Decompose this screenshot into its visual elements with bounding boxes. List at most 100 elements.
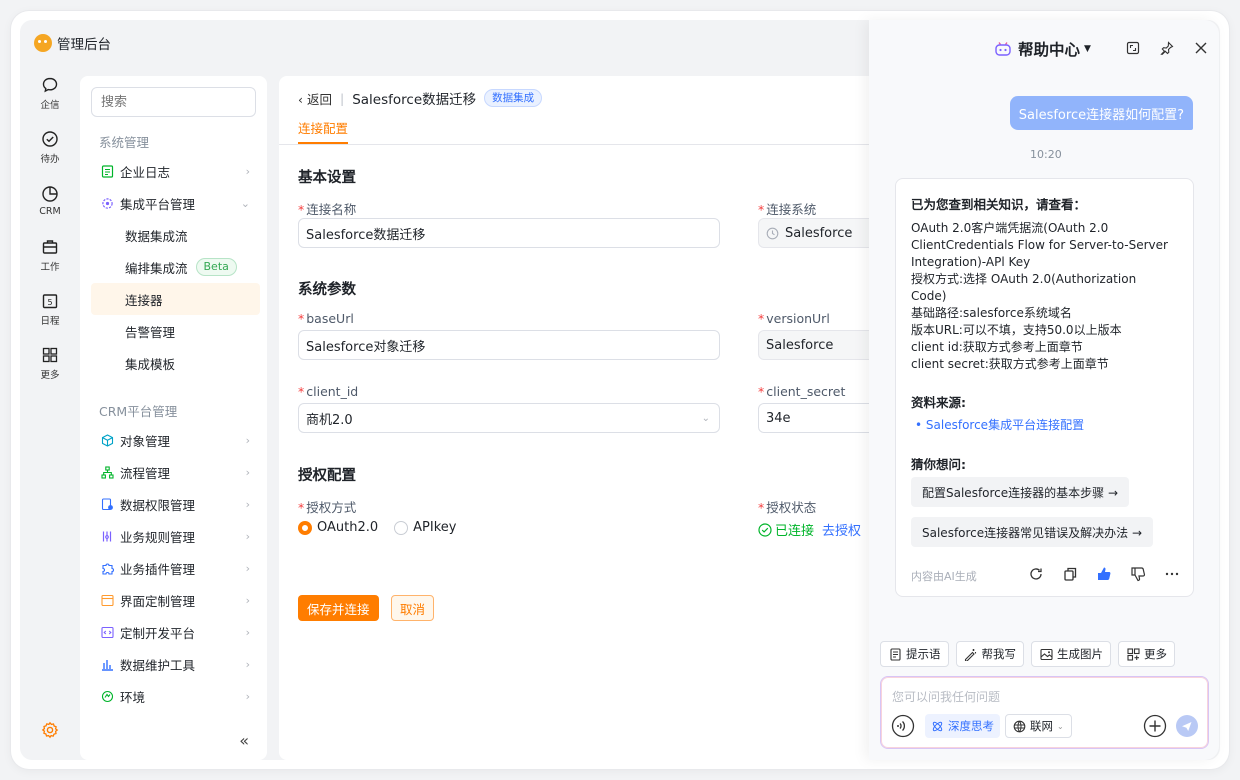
tool-more[interactable]: 更多: [1118, 641, 1175, 667]
calendar-icon: 5: [41, 292, 59, 310]
icon-rail: 企信 待办 CRM 工作 5 日程 更多: [20, 66, 80, 760]
pin-icon[interactable]: [1159, 40, 1175, 56]
prompt-doc-icon: [888, 647, 902, 661]
thumbs-up-icon[interactable]: [1095, 565, 1113, 583]
sidebar-item-environment[interactable]: 环境 ›: [91, 680, 260, 712]
sidebar-item-business-rules[interactable]: 业务规则管理 ›: [91, 520, 260, 552]
copy-icon[interactable]: [1061, 565, 1079, 583]
nav-group-system: 系统管理: [99, 135, 150, 150]
breadcrumb-separator: |: [340, 90, 345, 106]
sidebar-item-data-tools[interactable]: 数据维护工具 ›: [91, 648, 260, 680]
authorize-link[interactable]: 去授权: [822, 520, 861, 539]
thumbs-down-icon[interactable]: [1129, 565, 1147, 583]
settings-button[interactable]: [20, 714, 80, 750]
sidebar: 系统管理 企业日志 › 集成平台管理 ⌄ 数据集成流 编排集成流 Beta 连接…: [80, 76, 267, 760]
breadcrumb: ‹ 返回 | Salesforce数据迁移 数据集成: [298, 88, 543, 108]
sidebar-item-custom-dev[interactable]: 定制开发平台 ›: [91, 616, 260, 648]
baseurl-input[interactable]: Salesforce对象迁移: [298, 330, 720, 360]
apps-icon: [1126, 647, 1140, 661]
tab-connection-config[interactable]: 连接配置: [298, 118, 349, 144]
puzzle-icon: [100, 561, 114, 575]
radio-apikey[interactable]: [394, 520, 409, 535]
add-attachment-icon[interactable]: [1143, 714, 1167, 738]
tool-image[interactable]: 生成图片: [1031, 641, 1111, 667]
sidebar-item-enterprise-log[interactable]: 企业日志 ›: [91, 155, 260, 187]
chat-bubble-icon: [41, 76, 59, 94]
tool-write[interactable]: 帮我写: [955, 641, 1024, 667]
close-icon[interactable]: [1193, 40, 1209, 56]
connection-system-label: * 连接系统: [758, 202, 817, 217]
sidebar-item-connector[interactable]: 连接器: [91, 283, 260, 315]
client-id-select[interactable]: 商机2.0 ⌄: [298, 403, 720, 433]
help-title-dropdown[interactable]: 帮助中心 ▼: [994, 38, 1091, 60]
baseurl-label: * baseUrl: [298, 311, 354, 326]
sidebar-item-data-permission[interactable]: 数据权限管理 ›: [91, 488, 260, 520]
section-params: 系统参数: [298, 282, 356, 298]
source-link[interactable]: • Salesforce集成平台连接配置: [915, 416, 1084, 433]
suggestion-2[interactable]: Salesforce连接器常见错误及解决办法 →: [911, 517, 1154, 547]
chevron-down-icon: ⌄: [240, 196, 250, 210]
prompt-tools: 提示语 帮我写 生成图片 更多: [880, 641, 1182, 667]
back-link[interactable]: ‹ 返回: [298, 89, 332, 108]
help-center-panel: 帮助中心 ▼ Salesforce连接器如何配置? 10:20 已为您查到相关知…: [869, 20, 1219, 760]
sidebar-item-business-plugins[interactable]: 业务插件管理 ›: [91, 552, 260, 584]
rail-item-todo[interactable]: 待办: [20, 120, 80, 174]
rail-item-more[interactable]: 更多: [20, 336, 80, 390]
chevron-right-icon: ›: [245, 657, 250, 671]
save-connect-button[interactable]: 保存并连接: [298, 595, 379, 621]
connection-name-input[interactable]: Salesforce数据迁移: [298, 218, 720, 248]
top-bar: 管理后台: [20, 20, 880, 66]
rail-item-chat[interactable]: 企信: [20, 66, 80, 120]
chevron-right-icon: ›: [245, 625, 250, 639]
sidebar-item-alerts[interactable]: 告警管理: [91, 315, 260, 347]
radio-oauth[interactable]: [298, 520, 312, 535]
chevron-right-icon: ›: [245, 561, 250, 575]
voice-icon[interactable]: [891, 714, 915, 738]
caret-down-icon: ▼: [1084, 44, 1091, 54]
chevron-right-icon: ›: [245, 593, 250, 607]
sidebar-item-ui-custom[interactable]: 界面定制管理 ›: [91, 584, 260, 616]
main-content: ‹ 返回 | Salesforce数据迁移 数据集成 连接配置 基本设置 * 连接…: [279, 76, 899, 760]
collapse-sidebar-icon[interactable]: «: [239, 731, 249, 750]
svg-text:5: 5: [47, 298, 52, 307]
chat-composer[interactable]: 您可以问我任何问题 深度思考 联网 ⌄: [880, 676, 1209, 749]
chevron-right-icon: ›: [245, 689, 250, 703]
auth-mode-radios: OAuth2.0 APIkey: [298, 520, 456, 535]
more-horizontal-icon[interactable]: [1163, 565, 1181, 583]
app-title: 管理后台: [57, 37, 111, 53]
source-heading: 资料来源:: [911, 395, 966, 410]
chat-input-placeholder: 您可以问我任何问题: [892, 690, 1001, 704]
environment-icon: [100, 689, 114, 703]
cancel-button[interactable]: 取消: [391, 595, 435, 621]
sidebar-item-data-flow[interactable]: 数据集成流: [91, 219, 260, 251]
sidebar-item-templates[interactable]: 集成模板: [91, 347, 260, 379]
search-input[interactable]: [91, 87, 256, 117]
suggest-heading: 猜你想问:: [911, 457, 966, 472]
web-search-select[interactable]: 联网 ⌄: [1005, 714, 1072, 738]
pie-chart-icon: [41, 185, 59, 203]
sidebar-item-process[interactable]: 流程管理 ›: [91, 456, 260, 488]
rules-icon: [100, 529, 114, 543]
page-title: Salesforce数据迁移: [352, 92, 477, 108]
send-icon[interactable]: [1175, 714, 1199, 738]
code-icon: [100, 625, 114, 639]
tool-prompt[interactable]: 提示语: [880, 641, 949, 667]
flow-tree-icon: [100, 465, 114, 479]
regenerate-icon[interactable]: [1027, 565, 1045, 583]
beta-badge: Beta: [195, 258, 237, 276]
sidebar-item-integration-platform[interactable]: 集成平台管理 ⌄: [91, 187, 260, 219]
rail-item-work[interactable]: 工作: [20, 228, 80, 282]
expand-icon[interactable]: [1125, 40, 1141, 56]
check-circle-icon: [41, 130, 59, 148]
deep-think-toggle[interactable]: 深度思考: [925, 714, 1000, 738]
ai-generated-note: 内容由AI生成: [911, 570, 977, 583]
bar-chart-icon: [100, 657, 114, 671]
rail-item-calendar[interactable]: 5 日程: [20, 282, 80, 336]
rail-item-crm[interactable]: CRM: [20, 174, 80, 228]
briefcase-icon: [41, 238, 59, 256]
sidebar-item-orchestration-flow[interactable]: 编排集成流 Beta: [91, 251, 260, 283]
nav-group-crm: CRM平台管理: [99, 404, 178, 419]
suggestion-1[interactable]: 配置Salesforce连接器的基本步骤 →: [911, 477, 1130, 507]
chevron-right-icon: ›: [245, 497, 250, 511]
sidebar-item-object[interactable]: 对象管理 ›: [91, 424, 260, 456]
